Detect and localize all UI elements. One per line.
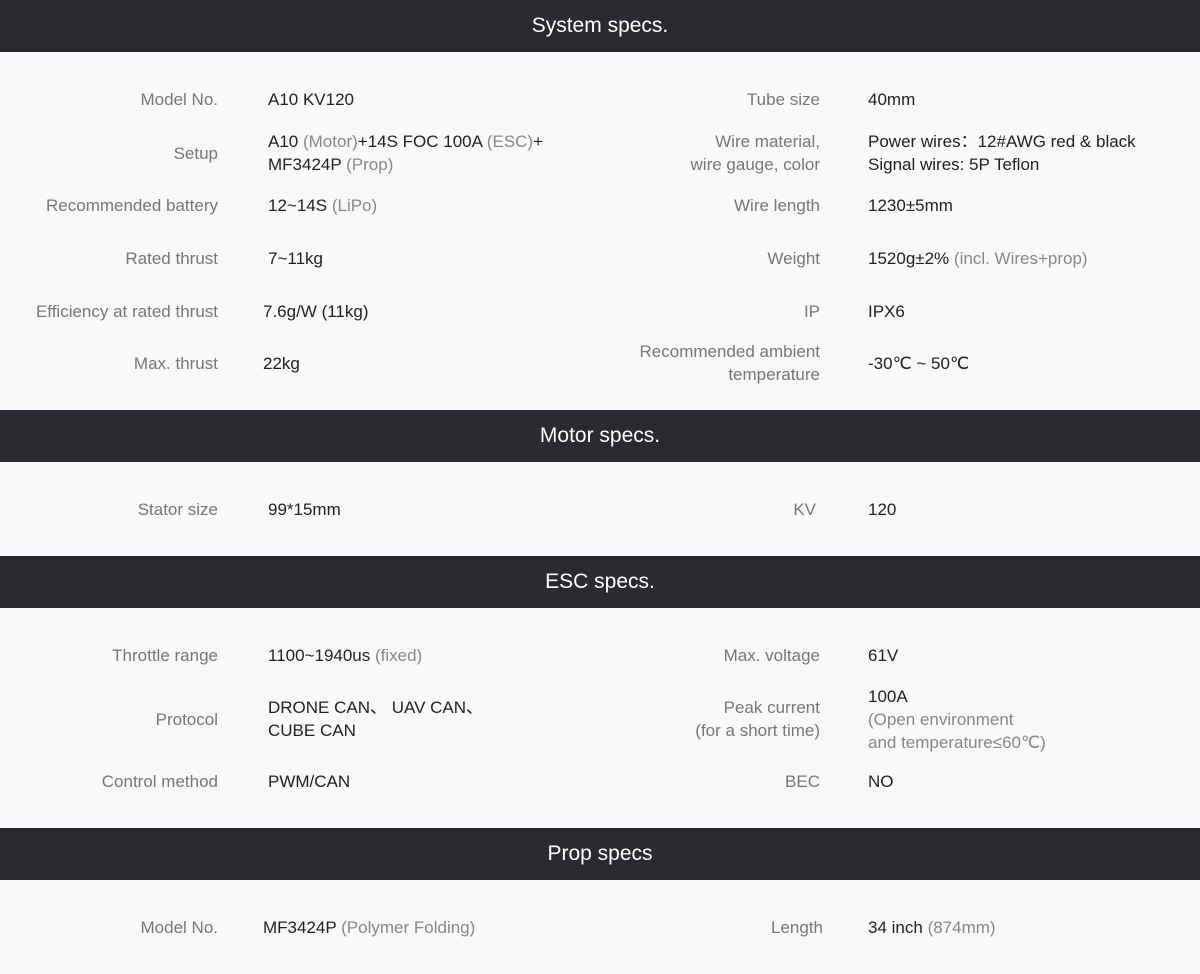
- section-header-motor: Motor specs.: [0, 410, 1200, 462]
- section-header-system: System specs.: [0, 0, 1200, 52]
- value-note: (incl. Wires+prop): [953, 248, 1088, 268]
- spec-value: 12~14S (LiPo): [268, 184, 377, 226]
- spec-value: NO: [868, 771, 894, 791]
- spec-value: 1100~1940us (fixed): [268, 634, 422, 676]
- spec-label: Weight: [767, 248, 820, 268]
- spec-label: Tube size: [746, 89, 820, 109]
- esc-specs-body: Throttle range 1100~1940us (fixed) Max. …: [0, 608, 1200, 828]
- spec-value: Power wires：12#AWG red & black Signal wi…: [868, 126, 1136, 180]
- spec-row: Efficiency at rated thrust 7.6g/W (11kg)…: [0, 290, 1200, 332]
- spec-label: Wire material, wire gauge, color: [691, 126, 820, 180]
- value-text: MF3424P: [263, 917, 337, 937]
- spec-value: 7~11kg: [268, 248, 323, 268]
- spec-label: Recommended battery: [46, 195, 218, 215]
- value-text: 1100~1940us: [268, 645, 371, 665]
- label-line: Recommended ambient: [639, 342, 820, 361]
- spec-value: A10 (Motor)+14S FOC 100A (ESC)+ MF3424P …: [268, 126, 543, 180]
- prop-specs-body: Model No. MF3424P (Polymer Folding) Leng…: [0, 880, 1200, 973]
- system-specs-body: Model No. A10 KV120 Tube size 40mm Setup…: [0, 52, 1200, 410]
- spec-value: 1230±5mm: [868, 195, 953, 215]
- spec-label: Rated thrust: [125, 248, 218, 268]
- section-header-prop: Prop specs: [0, 828, 1200, 880]
- spec-label: Wire length: [734, 195, 820, 215]
- section-title: Prop specs: [547, 842, 653, 865]
- spec-value: 100A (Open environment and temperature≤6…: [868, 683, 1046, 755]
- spec-row: Throttle range 1100~1940us (fixed) Max. …: [0, 634, 1200, 676]
- setup-motor: A10: [268, 132, 299, 151]
- spec-row: Stator size 99*15mm KV 120: [0, 488, 1200, 530]
- value-note: (LiPo): [331, 195, 378, 215]
- motor-specs-body: Stator size 99*15mm KV 120: [0, 462, 1200, 556]
- value-text: 34 inch: [868, 917, 923, 937]
- value-note: (Polymer Folding): [341, 917, 476, 937]
- value-note: (Open environment: [868, 709, 1014, 729]
- spec-row: Model No. MF3424P (Polymer Folding) Leng…: [0, 906, 1200, 948]
- spec-label: Max. voltage: [723, 645, 820, 665]
- value-line: Power wires：12#AWG red & black: [868, 132, 1136, 151]
- spec-value: 22kg: [263, 353, 300, 373]
- spec-value: PWM/CAN: [268, 771, 351, 791]
- spec-value: -30℃ ~ 50℃: [868, 353, 970, 373]
- spec-label: Max. thrust: [133, 353, 218, 373]
- setup-esc: +14S FOC 100A: [357, 132, 483, 151]
- value-text: 12~14S: [268, 195, 328, 215]
- spec-label: Setup: [173, 143, 218, 163]
- spec-label: BEC: [785, 771, 820, 791]
- value-note: (874mm): [927, 917, 996, 937]
- value-note: (fixed): [375, 645, 423, 665]
- spec-label: Recommended ambient temperature: [640, 338, 820, 388]
- label-line: Wire material,: [715, 132, 820, 151]
- spec-value: IPX6: [868, 301, 905, 321]
- spec-label: Peak current (for a short time): [695, 683, 820, 755]
- spec-label: Model No.: [140, 89, 218, 109]
- spec-row: Max. thrust 22kg Recommended ambient tem…: [0, 338, 1200, 388]
- spec-label: KV: [793, 499, 816, 519]
- section-title: ESC specs.: [545, 570, 655, 593]
- spec-value: 99*15mm: [268, 499, 341, 519]
- setup-prop-note: (Prop): [346, 155, 394, 174]
- section-title: System specs.: [531, 14, 669, 37]
- setup-prop: MF3424P: [268, 155, 342, 174]
- label-line: (for a short time): [695, 721, 820, 740]
- spec-label: Stator size: [137, 499, 218, 519]
- spec-label: Protocol: [155, 709, 218, 729]
- spec-value: 34 inch (874mm): [868, 906, 996, 948]
- spec-value: 1520g±2% (incl. Wires+prop): [868, 237, 1088, 279]
- spec-row: Recommended battery 12~14S (LiPo) Wire l…: [0, 184, 1200, 226]
- section-header-esc: ESC specs.: [0, 556, 1200, 608]
- spec-row: Model No. A10 KV120 Tube size 40mm: [0, 78, 1200, 120]
- section-title: Motor specs.: [539, 424, 661, 447]
- value-line: CUBE CAN: [268, 721, 356, 740]
- spec-label: Throttle range: [112, 645, 218, 665]
- spec-value: 61V: [868, 645, 899, 665]
- setup-plus: +: [533, 132, 543, 151]
- value-text: 1520g±2%: [868, 248, 950, 268]
- spec-label: Efficiency at rated thrust: [35, 301, 218, 321]
- value-line: DRONE CAN、 UAV CAN、: [268, 698, 484, 717]
- spec-value: 7.6g/W (11kg): [263, 301, 369, 321]
- spec-value: MF3424P (Polymer Folding): [263, 906, 475, 948]
- spec-label: IP: [803, 301, 820, 321]
- spec-value: 120: [868, 499, 897, 519]
- spec-label: Length: [771, 917, 823, 937]
- value-line: Signal wires: 5P Teflon: [868, 155, 1040, 174]
- spec-row: Rated thrust 7~11kg Weight 1520g±2% (inc…: [0, 237, 1200, 279]
- spec-label: Model No.: [140, 917, 218, 937]
- spec-row: Protocol DRONE CAN、 UAV CAN、 CUBE CAN Pe…: [0, 683, 1200, 755]
- setup-motor-note: (Motor): [302, 132, 358, 151]
- spec-label: Control method: [101, 771, 218, 791]
- spec-row: Control method PWM/CAN BEC NO: [0, 760, 1200, 802]
- label-line: Peak current: [723, 698, 820, 717]
- value-note: and temperature≤60℃): [868, 732, 1046, 752]
- spec-value: DRONE CAN、 UAV CAN、 CUBE CAN: [268, 683, 483, 755]
- spec-value: A10 KV120: [268, 89, 355, 109]
- setup-esc-note: (ESC): [486, 132, 534, 151]
- spec-value: 40mm: [868, 89, 916, 109]
- value-line: 100A: [868, 686, 908, 706]
- spec-row: Setup A10 (Motor)+14S FOC 100A (ESC)+ MF…: [0, 126, 1200, 180]
- label-line: temperature: [728, 365, 820, 384]
- label-line: wire gauge, color: [690, 155, 820, 174]
